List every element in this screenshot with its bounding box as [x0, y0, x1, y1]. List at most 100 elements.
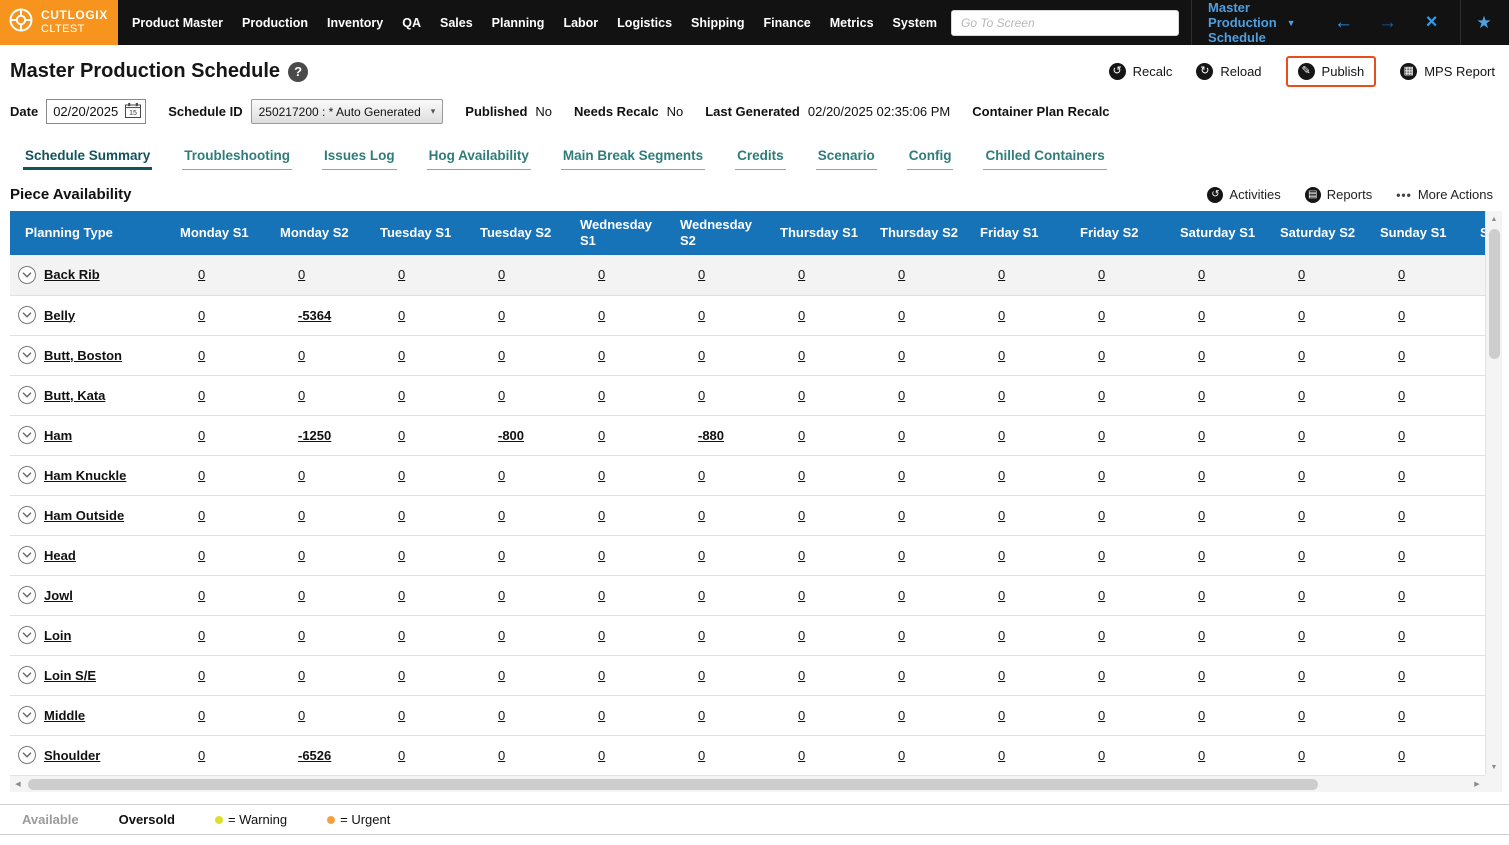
- cell-value[interactable]: 0: [1198, 708, 1205, 723]
- cell-value[interactable]: 0: [1098, 628, 1105, 643]
- cell-value[interactable]: 0: [498, 267, 505, 282]
- cell-value[interactable]: 0: [698, 348, 705, 363]
- column-header-saturday-s1[interactable]: Saturday S1: [1170, 211, 1270, 255]
- planning-type-link[interactable]: Ham: [44, 428, 72, 443]
- close-button[interactable]: ×: [1410, 11, 1454, 34]
- cell-value[interactable]: 0: [198, 468, 205, 483]
- column-header-tuesday-s1[interactable]: Tuesday S1: [370, 211, 470, 255]
- cell-value[interactable]: 0: [498, 468, 505, 483]
- menu-item-metrics[interactable]: Metrics: [830, 16, 874, 30]
- cell-value[interactable]: 0: [198, 308, 205, 323]
- horizontal-scrollbar[interactable]: ◀ ▶: [10, 775, 1485, 792]
- cell-value[interactable]: 0: [898, 428, 905, 443]
- cell-value[interactable]: 0: [1298, 548, 1305, 563]
- help-icon[interactable]: ?: [288, 61, 309, 82]
- cell-value[interactable]: 0: [198, 428, 205, 443]
- planning-type-link[interactable]: Loin S/E: [44, 668, 96, 683]
- cell-value[interactable]: 0: [1398, 348, 1405, 363]
- cell-value[interactable]: 0: [1198, 548, 1205, 563]
- cell-value[interactable]: 0: [1098, 668, 1105, 683]
- column-header-tuesday-s2[interactable]: Tuesday S2: [470, 211, 570, 255]
- cell-value[interactable]: 0: [498, 668, 505, 683]
- cell-value[interactable]: 0: [998, 508, 1005, 523]
- cell-value[interactable]: 0: [198, 668, 205, 683]
- cell-value[interactable]: 0: [298, 588, 305, 603]
- column-header-wednesday-s2[interactable]: Wednesday S2: [670, 211, 770, 255]
- cell-value[interactable]: 0: [798, 267, 805, 282]
- planning-type-link[interactable]: Shoulder: [44, 748, 100, 763]
- cell-value[interactable]: 0: [1198, 668, 1205, 683]
- cell-value[interactable]: 0: [598, 308, 605, 323]
- reports-button[interactable]: ▤ Reports: [1304, 186, 1372, 203]
- column-header-monday-s1[interactable]: Monday S1: [170, 211, 270, 255]
- cell-value[interactable]: 0: [1298, 668, 1305, 683]
- screen-selector-dropdown[interactable]: Master Production Schedule ▼: [1191, 0, 1312, 45]
- cell-value[interactable]: 0: [598, 668, 605, 683]
- menu-item-inventory[interactable]: Inventory: [327, 16, 383, 30]
- vertical-scrollbar[interactable]: ▲ ▼: [1485, 211, 1502, 775]
- cell-value[interactable]: 0: [1098, 508, 1105, 523]
- planning-type-link[interactable]: Ham Outside: [44, 508, 124, 523]
- planning-type-link[interactable]: Butt, Boston: [44, 348, 122, 363]
- cell-value[interactable]: 0: [998, 628, 1005, 643]
- calendar-icon[interactable]: 15: [125, 102, 142, 121]
- cell-value[interactable]: 0: [498, 388, 505, 403]
- cell-value[interactable]: 0: [798, 348, 805, 363]
- cell-value[interactable]: 0: [598, 267, 605, 282]
- cell-value[interactable]: 0: [1298, 428, 1305, 443]
- cell-value[interactable]: 0: [598, 468, 605, 483]
- chevron-down-icon[interactable]: [18, 586, 36, 604]
- scroll-right-icon[interactable]: ▶: [1469, 776, 1485, 792]
- cell-value[interactable]: 0: [598, 548, 605, 563]
- cell-value[interactable]: 0: [898, 628, 905, 643]
- cell-value[interactable]: 0: [398, 388, 405, 403]
- cell-value[interactable]: 0: [198, 708, 205, 723]
- cell-value[interactable]: 0: [898, 508, 905, 523]
- cell-value[interactable]: 0: [798, 508, 805, 523]
- tab-issues-log[interactable]: Issues Log: [322, 148, 397, 170]
- tab-schedule-summary[interactable]: Schedule Summary: [23, 148, 153, 170]
- cell-value[interactable]: 0: [198, 267, 205, 282]
- chevron-down-icon[interactable]: [18, 346, 36, 364]
- cell-value[interactable]: 0: [398, 708, 405, 723]
- menu-item-logistics[interactable]: Logistics: [617, 16, 672, 30]
- cell-value[interactable]: 0: [498, 508, 505, 523]
- chevron-down-icon[interactable]: [18, 306, 36, 324]
- cell-value[interactable]: 0: [898, 588, 905, 603]
- menu-item-shipping[interactable]: Shipping: [691, 16, 744, 30]
- cell-value[interactable]: 0: [398, 468, 405, 483]
- cell-value[interactable]: 0: [898, 348, 905, 363]
- go-to-screen-input[interactable]: [951, 9, 1180, 36]
- cell-value[interactable]: 0: [598, 388, 605, 403]
- cell-value[interactable]: 0: [198, 388, 205, 403]
- menu-item-finance[interactable]: Finance: [764, 16, 811, 30]
- cell-value[interactable]: 0: [298, 468, 305, 483]
- activities-button[interactable]: ↺ Activities: [1207, 186, 1281, 203]
- cell-value[interactable]: 0: [498, 588, 505, 603]
- cell-value[interactable]: 0: [1398, 428, 1405, 443]
- cell-value[interactable]: 0: [798, 708, 805, 723]
- column-header-friday-s1[interactable]: Friday S1: [970, 211, 1070, 255]
- cell-value[interactable]: 0: [798, 588, 805, 603]
- column-header-monday-s2[interactable]: Monday S2: [270, 211, 370, 255]
- cell-value[interactable]: 0: [798, 388, 805, 403]
- back-button[interactable]: ←: [1322, 12, 1366, 34]
- menu-item-planning[interactable]: Planning: [492, 16, 545, 30]
- cell-value[interactable]: 0: [1098, 308, 1105, 323]
- cell-value[interactable]: 0: [698, 628, 705, 643]
- scroll-down-icon[interactable]: ▼: [1486, 759, 1502, 775]
- cell-value[interactable]: 0: [998, 267, 1005, 282]
- cell-value[interactable]: 0: [998, 668, 1005, 683]
- forward-button[interactable]: →: [1366, 12, 1410, 34]
- cell-value[interactable]: 0: [1298, 348, 1305, 363]
- cell-value[interactable]: 0: [898, 708, 905, 723]
- cell-value[interactable]: 0: [698, 508, 705, 523]
- cell-value[interactable]: 0: [1098, 708, 1105, 723]
- cell-value[interactable]: 0: [398, 628, 405, 643]
- cell-value[interactable]: 0: [898, 668, 905, 683]
- planning-type-link[interactable]: Loin: [44, 628, 71, 643]
- cell-value[interactable]: -1250: [298, 428, 331, 443]
- cell-value[interactable]: 0: [1198, 748, 1205, 763]
- planning-type-link[interactable]: Belly: [44, 308, 75, 323]
- cell-value[interactable]: 0: [1198, 468, 1205, 483]
